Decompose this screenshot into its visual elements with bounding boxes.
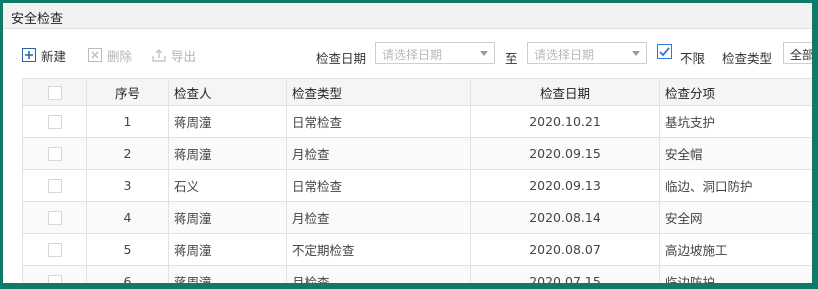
row-date: 2020.10.21 — [470, 105, 660, 138]
upload-icon — [152, 48, 166, 62]
date-filter-label: 检查日期 — [316, 51, 367, 66]
row-date: 2020.08.07 — [470, 233, 660, 266]
export-button[interactable]: 导出 — [152, 46, 196, 64]
table-row[interactable]: 2 蒋周潼 月检查 2020.09.15 安全帽 — [22, 137, 812, 170]
chevron-down-icon — [480, 51, 488, 56]
window: 安全检查 新建 删除 导出 检查日期 请选择日期 至 请选择日期 不限 检查类型… — [3, 3, 812, 283]
row-type: 月检查 — [286, 137, 471, 170]
delete-button[interactable]: 删除 — [88, 46, 132, 64]
header-type[interactable]: 检查类型 — [286, 78, 471, 106]
toolbar: 新建 删除 导出 检查日期 请选择日期 至 请选择日期 不限 检查类型 全部 — [3, 29, 812, 77]
table-row[interactable]: 4 蒋周潼 月检查 2020.08.14 安全网 — [22, 201, 812, 234]
row-checkbox[interactable] — [47, 275, 62, 283]
row-checkbox[interactable] — [47, 211, 62, 226]
x-square-icon — [88, 48, 102, 62]
header-date[interactable]: 检查日期 — [470, 78, 660, 106]
row-item: 临边、洞口防护 — [659, 169, 812, 202]
row-no: 4 — [86, 201, 169, 234]
row-type: 日常检查 — [286, 169, 471, 202]
row-date: 2020.09.13 — [470, 169, 660, 202]
date-start-placeholder: 请选择日期 — [382, 48, 443, 62]
row-no: 2 — [86, 137, 169, 170]
select-all-checkbox[interactable] — [47, 85, 62, 100]
header-no[interactable]: 序号 — [86, 78, 169, 106]
checkbox-checked-icon — [659, 47, 670, 57]
unlimited-label: 不限 — [680, 51, 706, 66]
row-item: 临边防护 — [659, 265, 812, 283]
row-inspector: 蒋周潼 — [168, 105, 287, 138]
table-row[interactable]: 1 蒋周潼 日常检查 2020.10.21 基坑支护 — [22, 105, 812, 138]
page-title: 安全检查 — [11, 12, 64, 27]
date-start-input[interactable]: 请选择日期 — [375, 42, 495, 64]
date-range-separator: 至 — [505, 51, 518, 66]
row-type: 月检查 — [286, 265, 471, 283]
header-item[interactable]: 检查分项 — [659, 78, 812, 106]
row-item: 基坑支护 — [659, 105, 812, 138]
table-row[interactable]: 6 蒋周潼 月检查 2020.07.15 临边防护 — [22, 265, 812, 283]
row-date: 2020.07.15 — [470, 265, 660, 283]
row-checkbox[interactable] — [47, 243, 62, 258]
row-item: 安全网 — [659, 201, 812, 234]
row-date: 2020.08.14 — [470, 201, 660, 234]
row-inspector: 蒋周潼 — [168, 201, 287, 234]
table-row[interactable]: 5 蒋周潼 不定期检查 2020.08.07 高边坡施工 — [22, 233, 812, 266]
inspection-table: 序号 检查人 检查类型 检查日期 检查分项 1 蒋周潼 日常检查 2020.10… — [22, 78, 812, 283]
row-item: 高边坡施工 — [659, 233, 812, 266]
row-no: 6 — [86, 265, 169, 283]
row-no: 3 — [86, 169, 169, 202]
delete-label: 删除 — [107, 48, 133, 64]
row-no: 5 — [86, 233, 169, 266]
row-date: 2020.09.15 — [470, 137, 660, 170]
new-button[interactable]: 新建 — [22, 46, 66, 64]
header-inspector[interactable]: 检查人 — [168, 78, 287, 106]
type-filter-label: 检查类型 — [722, 51, 773, 66]
plus-square-icon — [22, 48, 36, 62]
row-inspector: 蒋周潼 — [168, 233, 287, 266]
row-type: 不定期检查 — [286, 233, 471, 266]
panel-header: 安全检查 — [3, 3, 812, 29]
row-checkbox[interactable] — [47, 179, 62, 194]
type-select-value: 全部 — [790, 48, 812, 62]
chevron-down-icon — [632, 51, 640, 56]
new-label: 新建 — [41, 48, 67, 64]
row-checkbox[interactable] — [47, 115, 62, 130]
export-label: 导出 — [171, 48, 197, 64]
row-item: 安全帽 — [659, 137, 812, 170]
row-inspector: 蒋周潼 — [168, 137, 287, 170]
row-checkbox[interactable] — [47, 147, 62, 162]
table-header-row: 序号 检查人 检查类型 检查日期 检查分项 — [22, 78, 812, 106]
header-select-all[interactable] — [22, 78, 87, 106]
table-row[interactable]: 3 石义 日常检查 2020.09.13 临边、洞口防护 — [22, 169, 812, 202]
unlimited-checkbox[interactable] — [657, 44, 672, 59]
row-type: 日常检查 — [286, 105, 471, 138]
type-select[interactable]: 全部 — [783, 42, 812, 64]
date-end-input[interactable]: 请选择日期 — [527, 42, 647, 64]
row-no: 1 — [86, 105, 169, 138]
row-inspector: 蒋周潼 — [168, 265, 287, 283]
row-inspector: 石义 — [168, 169, 287, 202]
date-end-placeholder: 请选择日期 — [534, 48, 595, 62]
row-type: 月检查 — [286, 201, 471, 234]
